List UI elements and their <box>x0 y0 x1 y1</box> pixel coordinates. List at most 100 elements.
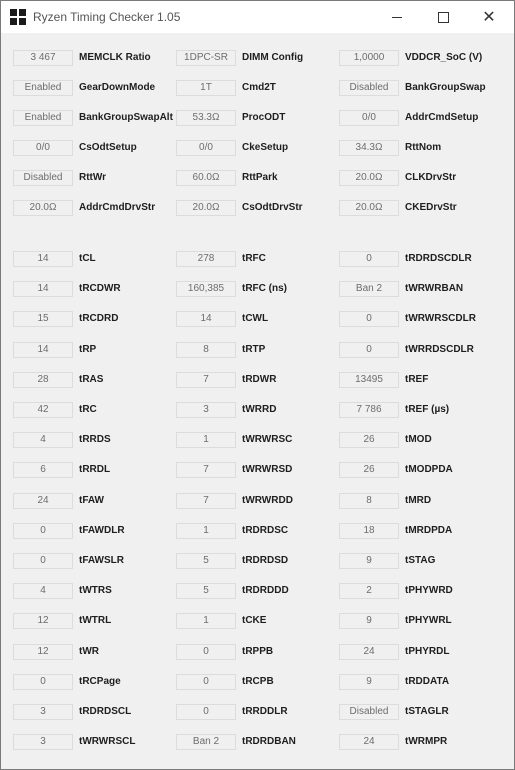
value-field[interactable]: 0/0 <box>176 140 236 156</box>
setting-label: tWRWRBAN <box>405 283 464 295</box>
value-field[interactable]: 24 <box>339 734 399 751</box>
value-field[interactable]: Disabled <box>339 704 399 720</box>
value-field[interactable]: 20.0Ω <box>339 170 399 186</box>
value-field[interactable]: 34.3Ω <box>339 140 399 156</box>
value-field[interactable]: 20.0Ω <box>13 200 73 216</box>
setting-label: tWRRD <box>242 404 277 415</box>
value-field[interactable]: 0/0 <box>13 140 73 156</box>
value-field[interactable]: Enabled <box>13 80 73 96</box>
maximize-button[interactable] <box>420 1 466 33</box>
value-field[interactable]: 53.3Ω <box>176 110 236 126</box>
setting-label: CLKDrvStr <box>405 172 457 183</box>
value-field[interactable]: 14 <box>176 311 236 328</box>
setting-label: tRTP <box>242 343 266 355</box>
value-field[interactable]: 0 <box>176 673 236 690</box>
value-field[interactable]: 15 <box>13 311 73 328</box>
setting-label: tRP <box>79 343 97 355</box>
value-field[interactable]: 0 <box>13 553 73 569</box>
close-button[interactable]: ✕ <box>466 1 512 33</box>
value-field[interactable]: 9 <box>339 553 399 569</box>
title-bar[interactable]: Ryzen Timing Checker 1.05 ✕ <box>1 1 514 33</box>
value-field[interactable]: 4 <box>13 583 73 600</box>
value-field[interactable]: 13495 <box>339 371 399 388</box>
value-field[interactable]: 1T <box>176 80 236 96</box>
value-field[interactable]: Disabled <box>339 80 399 96</box>
value-field[interactable]: 3 <box>13 734 73 751</box>
close-icon: ✕ <box>482 7 496 26</box>
value-field[interactable]: 5 <box>176 553 236 569</box>
minimize-button[interactable] <box>374 1 420 33</box>
value-field[interactable]: 1DPC-SR <box>176 50 236 66</box>
value-field[interactable]: Ban 2 <box>339 281 399 298</box>
value-field[interactable]: 20.0Ω <box>339 200 399 216</box>
value-field[interactable]: Ban 2 <box>176 734 236 751</box>
value-field[interactable]: 2 <box>339 583 399 600</box>
value-field[interactable]: 0 <box>339 341 399 358</box>
setting-label: CkeSetup <box>242 142 289 153</box>
value-field[interactable]: 8 <box>339 492 399 509</box>
value-field[interactable]: 14 <box>13 251 73 267</box>
value-field[interactable]: 0 <box>339 251 399 267</box>
setting-label: tMRDPDA <box>405 524 453 536</box>
setting-label: tWRWRDD <box>242 494 293 506</box>
value-field[interactable]: 1 <box>176 432 236 449</box>
value-field[interactable]: 14 <box>13 341 73 358</box>
value-field[interactable]: 7 786 <box>339 402 399 418</box>
value-field[interactable]: 20.0Ω <box>176 200 236 216</box>
value-field[interactable]: 0 <box>176 643 236 660</box>
value-field[interactable]: Disabled <box>13 170 73 186</box>
setting-label: tWRWRSD <box>242 464 293 476</box>
value-field[interactable]: 278 <box>176 251 236 267</box>
value-field[interactable]: 18 <box>339 522 399 539</box>
value-field[interactable]: 1 <box>176 522 236 539</box>
value-field[interactable]: 0 <box>13 673 73 690</box>
value-field[interactable]: 24 <box>13 492 73 509</box>
value-field[interactable]: 3 <box>13 704 73 720</box>
setting-label: BankGroupSwapAlt <box>79 112 173 123</box>
value-field[interactable]: 0/0 <box>339 110 399 126</box>
setting-label: tRRDDLR <box>242 706 288 717</box>
setting-label: tRDRDBAN <box>242 736 296 748</box>
setting-label: MEMCLK Ratio <box>79 52 151 63</box>
setting-label: tRRDL <box>79 464 111 476</box>
value-field[interactable]: 0 <box>176 704 236 720</box>
setting-label: CsOdtSetup <box>79 142 137 153</box>
value-field[interactable]: 26 <box>339 432 399 449</box>
value-field[interactable]: 14 <box>13 281 73 298</box>
setting-label: tREF <box>405 373 429 385</box>
setting-label: tMODPDA <box>405 464 453 476</box>
value-field[interactable]: 8 <box>176 341 236 358</box>
value-field[interactable]: Enabled <box>13 110 73 126</box>
setting-label: BankGroupSwap <box>405 82 486 93</box>
setting-label: AddrCmdSetup <box>405 112 479 123</box>
value-field[interactable]: 1 <box>176 613 236 630</box>
value-field[interactable]: 0 <box>13 522 73 539</box>
setting-label: GearDownMode <box>79 82 156 93</box>
value-field[interactable]: 0 <box>339 311 399 328</box>
value-field[interactable]: 5 <box>176 583 236 600</box>
value-field[interactable]: 7 <box>176 371 236 388</box>
value-field[interactable]: 3 <box>176 402 236 418</box>
value-field[interactable]: 12 <box>13 613 73 630</box>
value-field[interactable]: 26 <box>339 462 399 479</box>
value-field[interactable]: 3 467 <box>13 50 73 66</box>
value-field[interactable]: 60.0Ω <box>176 170 236 186</box>
value-field[interactable]: 12 <box>13 643 73 660</box>
value-field[interactable]: 9 <box>339 613 399 630</box>
setting-label: tRDWR <box>242 373 277 385</box>
value-field[interactable]: 6 <box>13 462 73 479</box>
setting-label: tFAWDLR <box>79 524 125 536</box>
setting-label: tRCDRD <box>79 313 119 325</box>
value-field[interactable]: 1,0000 <box>339 50 399 66</box>
value-field[interactable]: 42 <box>13 402 73 418</box>
setting-label: tRDRDSCL <box>79 706 132 717</box>
value-field[interactable]: 7 <box>176 492 236 509</box>
setting-label: tRPPB <box>242 645 274 657</box>
value-field[interactable]: 4 <box>13 432 73 449</box>
value-field[interactable]: 28 <box>13 371 73 388</box>
value-field[interactable]: 24 <box>339 643 399 660</box>
setting-label: RttPark <box>242 172 278 183</box>
value-field[interactable]: 7 <box>176 462 236 479</box>
value-field[interactable]: 160,385 <box>176 281 236 298</box>
value-field[interactable]: 9 <box>339 673 399 690</box>
